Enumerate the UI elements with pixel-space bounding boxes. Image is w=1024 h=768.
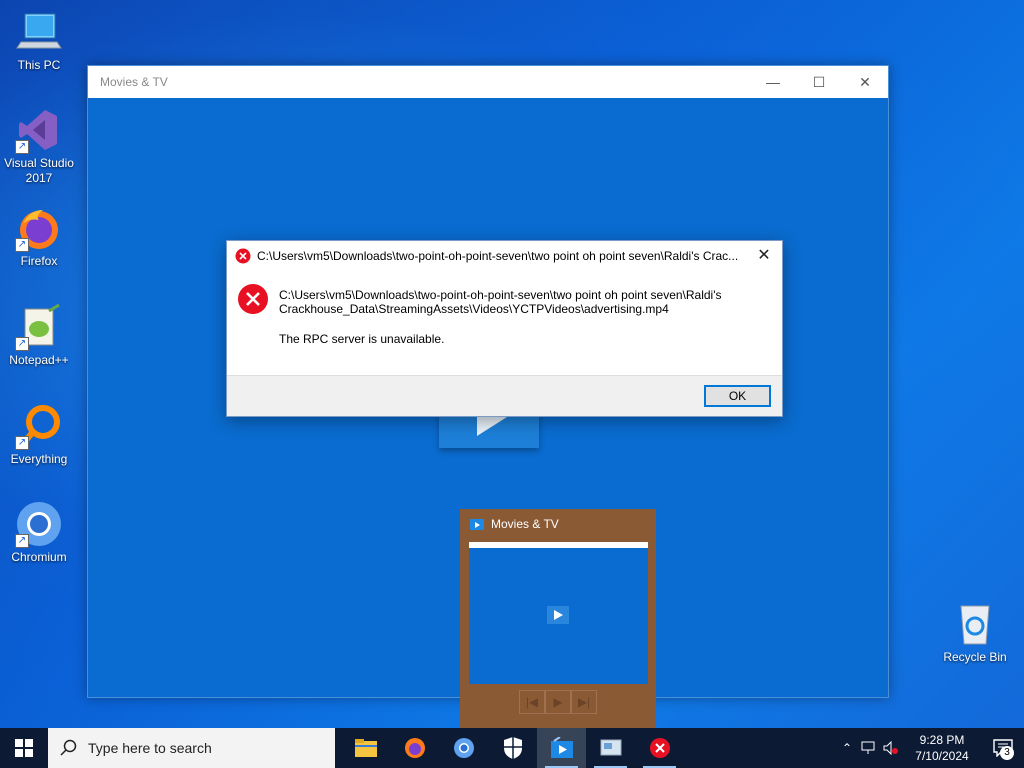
start-button[interactable]: [0, 728, 48, 768]
desktop-icon-label: Chromium: [11, 550, 67, 564]
folder-icon: [354, 739, 377, 757]
chromium-icon: ↗: [15, 500, 63, 548]
dialog-body: C:\Users\vm5\Downloads\two-point-oh-poin…: [227, 271, 782, 376]
error-dialog: C:\Users\vm5\Downloads\two-point-oh-poin…: [226, 240, 783, 417]
everything-search-icon: ↗: [15, 402, 63, 450]
notification-count-badge: 3: [1000, 746, 1014, 760]
desktop-icon-chromium[interactable]: ↗ Chromium: [1, 500, 77, 565]
network-icon[interactable]: [858, 728, 880, 768]
shortcut-arrow-icon: ↗: [15, 534, 29, 548]
notification-center-button[interactable]: 3: [982, 728, 1024, 768]
taskbar-movies-tv[interactable]: [537, 728, 586, 768]
error-icon: [238, 284, 268, 314]
desktop-icon-label: Firefox: [20, 254, 58, 268]
close-button[interactable]: ✕: [842, 66, 888, 98]
taskbar-control-panel[interactable]: [586, 728, 635, 768]
desktop-icon-recycle-bin[interactable]: Recycle Bin: [937, 600, 1013, 665]
taskbar: Type here to search ⌃ 9:28 PM 7/10/2024 …: [0, 728, 1024, 768]
movies-tv-icon: [470, 519, 484, 530]
search-icon: [60, 739, 77, 756]
error-path-line-1: C:\Users\vm5\Downloads\two-point-oh-poin…: [279, 288, 722, 302]
play-icon[interactable]: ▶: [545, 690, 571, 714]
play-icon: [547, 606, 569, 624]
chevron-up-icon[interactable]: ⌃: [836, 728, 858, 768]
previous-track-icon[interactable]: |◀: [519, 690, 545, 714]
recycle-bin-icon: [951, 600, 999, 648]
clock-time: 9:28 PM: [919, 733, 965, 747]
taskbar-chromium[interactable]: [439, 728, 488, 768]
chromium-icon: [453, 738, 474, 758]
window-titlebar[interactable]: Movies & TV — ☐ ✕: [88, 66, 888, 98]
search-input[interactable]: Type here to search: [48, 728, 335, 768]
movies-tv-icon: [550, 737, 573, 758]
dialog-close-button[interactable]: ✕: [752, 245, 776, 267]
desktop-icon-this-pc[interactable]: This PC: [1, 8, 77, 73]
shortcut-arrow-icon: ↗: [15, 436, 29, 450]
desktop-icon-label: Everything: [10, 452, 68, 466]
volume-muted-icon[interactable]: [880, 728, 902, 768]
taskbar-thumbnail-preview[interactable]: Movies & TV |◀ ▶ ▶|: [460, 509, 656, 728]
computer-icon: [15, 8, 63, 56]
preview-media-controls: |◀ ▶ ▶|: [519, 690, 597, 714]
control-panel-icon: [600, 739, 621, 756]
shield-icon: [503, 737, 522, 759]
dialog-message: C:\Users\vm5\Downloads\two-point-oh-poin…: [279, 288, 759, 346]
visual-studio-icon: ↗: [15, 106, 63, 154]
dialog-titlebar[interactable]: C:\Users\vm5\Downloads\two-point-oh-poin…: [227, 241, 782, 271]
window-controls: — ☐ ✕: [750, 66, 888, 98]
shortcut-arrow-icon: ↗: [15, 337, 29, 351]
dialog-title: C:\Users\vm5\Downloads\two-point-oh-poin…: [257, 249, 739, 263]
shortcut-arrow-icon: ↗: [15, 140, 29, 154]
error-message: The RPC server is unavailable.: [279, 332, 445, 346]
desktop-icon-visual-studio[interactable]: ↗ Visual Studio 2017: [1, 106, 77, 186]
next-track-icon[interactable]: ▶|: [571, 690, 597, 714]
desktop-icon-firefox[interactable]: ↗ Firefox: [1, 204, 77, 269]
error-icon: [649, 738, 670, 758]
taskbar-windows-security[interactable]: [488, 728, 537, 768]
preview-header: Movies & TV: [460, 509, 656, 539]
clock[interactable]: 9:28 PM 7/10/2024: [902, 732, 982, 764]
minimize-button[interactable]: —: [750, 66, 796, 98]
desktop-icon-everything[interactable]: ↗ Everything: [1, 402, 77, 467]
shortcut-arrow-icon: ↗: [15, 238, 29, 252]
preview-window-thumbnail: [469, 542, 648, 684]
desktop-icon-label: Visual Studio 2017: [4, 156, 74, 185]
clock-date: 7/10/2024: [915, 749, 969, 763]
desktop-icon-label: Notepad++: [9, 353, 69, 367]
ok-button[interactable]: OK: [704, 385, 771, 407]
taskbar-error-window[interactable]: [635, 728, 684, 768]
desktop-icon-notepad-plus-plus[interactable]: ↗ Notepad++: [1, 303, 77, 368]
firefox-icon: [404, 738, 425, 758]
windows-logo-icon: [15, 739, 33, 757]
desktop-icon-label: This PC: [17, 58, 61, 72]
taskbar-firefox[interactable]: [390, 728, 439, 768]
desktop-icon-label: Recycle Bin: [943, 650, 1007, 664]
preview-title: Movies & TV: [491, 517, 559, 531]
notepad-plus-plus-icon: ↗: [15, 303, 63, 351]
maximize-button[interactable]: ☐: [796, 66, 842, 98]
taskbar-file-explorer[interactable]: [341, 728, 390, 768]
firefox-icon: ↗: [15, 204, 63, 252]
window-title: Movies & TV: [100, 75, 168, 89]
system-tray: ⌃ 9:28 PM 7/10/2024 3: [836, 728, 1024, 768]
dialog-footer: OK: [227, 375, 782, 416]
error-icon: [235, 248, 251, 264]
search-placeholder: Type here to search: [88, 740, 212, 756]
error-path-line-2: Crackhouse_Data\StreamingAssets\Videos\Y…: [279, 302, 669, 316]
